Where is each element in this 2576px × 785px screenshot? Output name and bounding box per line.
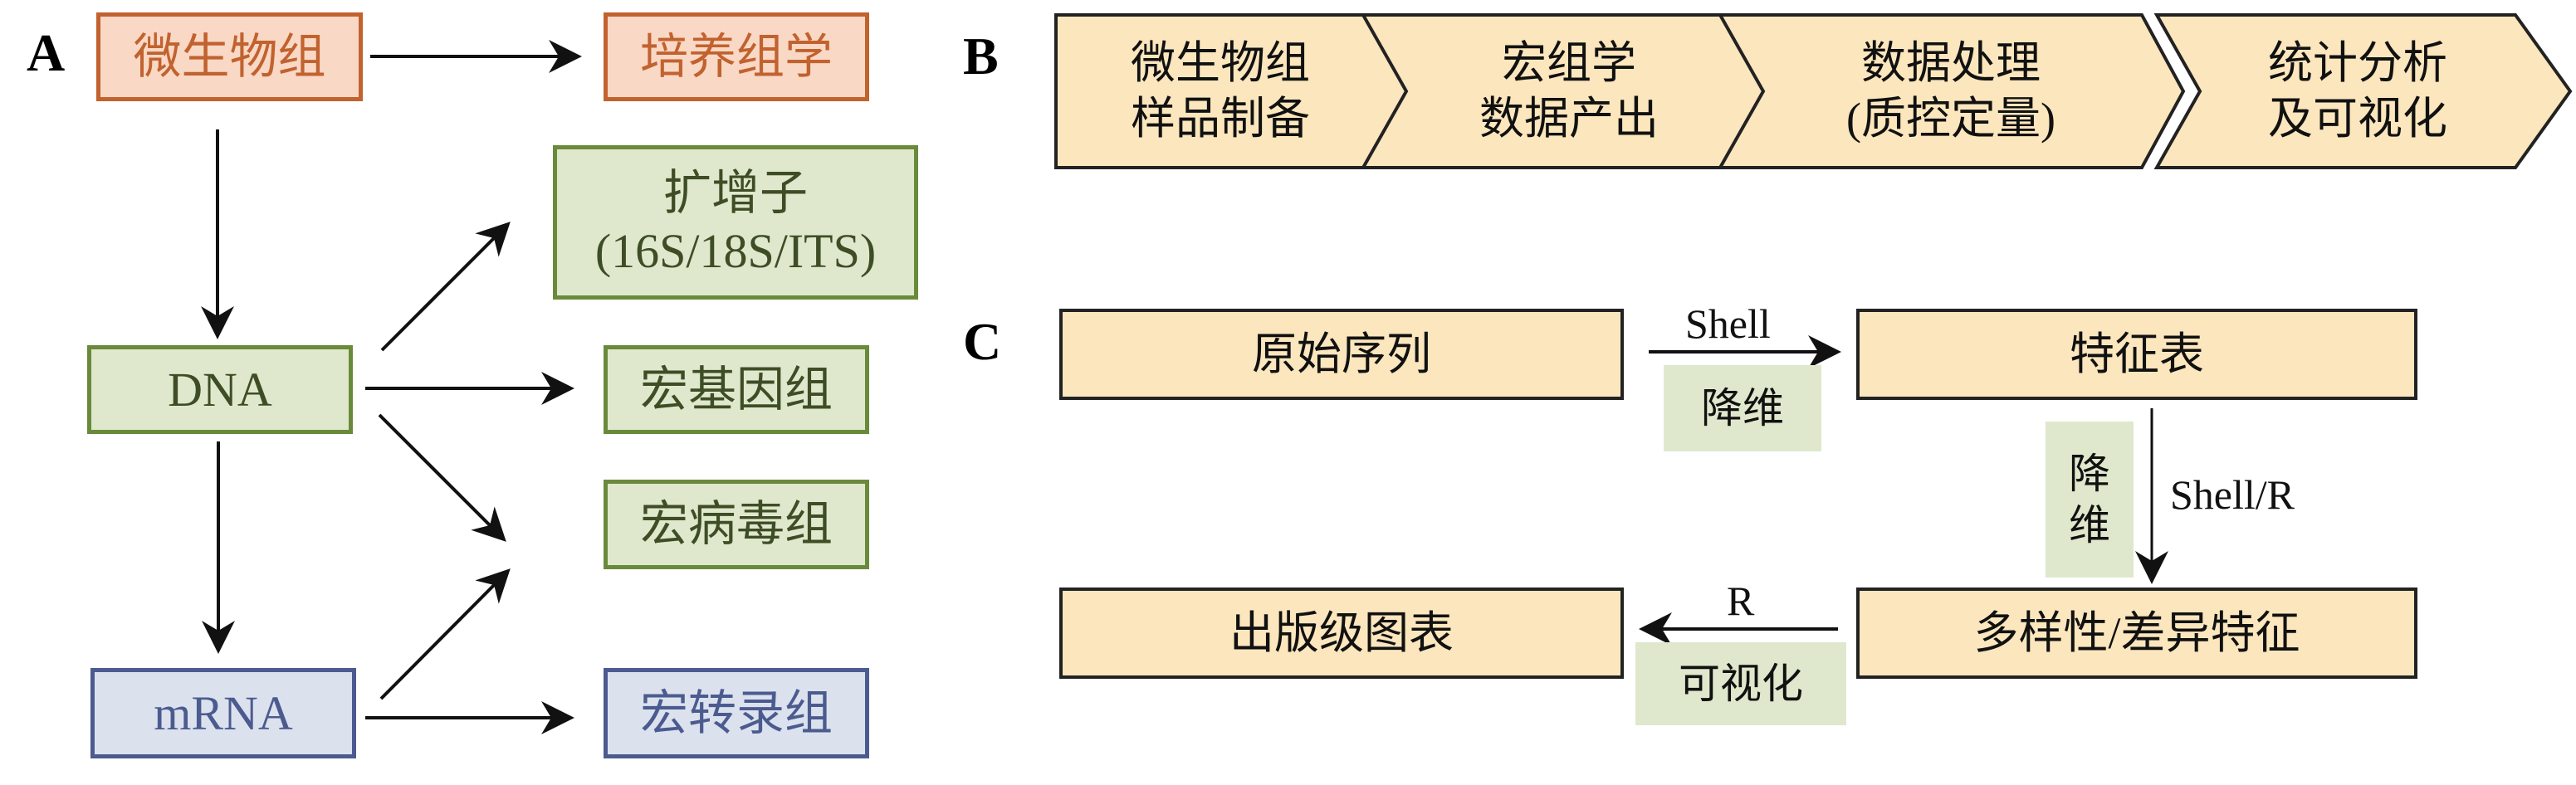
metavirome-box: 宏病毒组 bbox=[604, 480, 869, 569]
step-3-line1: 数据处理 bbox=[1861, 37, 2041, 88]
shell-label: Shell bbox=[1685, 300, 1771, 347]
diversity-box: 多样性/差异特征 bbox=[1856, 588, 2417, 679]
visualize-tag: 可视化 bbox=[1635, 642, 1846, 725]
arrow-mrna-to-metavirome bbox=[379, 568, 511, 700]
step-1-line1: 微生物组 bbox=[1131, 37, 1310, 88]
step-2-line2: 数据产出 bbox=[1479, 94, 1659, 144]
amplicon-label: 扩增子 bbox=[662, 166, 808, 221]
amplicon-box: 扩增子 (16S/18S/ITS) bbox=[553, 145, 918, 300]
culturomics-box: 培养组学 bbox=[604, 12, 869, 101]
reduce-dimension-char-2: 维 bbox=[2069, 502, 2110, 549]
metatranscriptome-box: 宏转录组 bbox=[604, 668, 869, 758]
shell-r-label: Shell/R bbox=[2170, 471, 2295, 518]
step-2-line1: 宏组学 bbox=[1502, 37, 1636, 88]
raw-sequences-box: 原始序列 bbox=[1059, 309, 1624, 400]
figure: A 微生物组 培养组学 扩增子 (16S/18S/ITS) DNA 宏基因组 宏… bbox=[0, 0, 2576, 785]
mrna-box: mRNA bbox=[90, 668, 356, 758]
step-2-label: 宏组学 数据产出 bbox=[1411, 15, 1727, 168]
step-1-line2: 样品制备 bbox=[1131, 94, 1310, 144]
feature-table-box: 特征表 bbox=[1856, 309, 2417, 400]
step-4-line1: 统计分析 bbox=[2268, 37, 2447, 88]
amplicon-markers: (16S/18S/ITS) bbox=[594, 224, 877, 278]
metagenome-box: 宏基因组 bbox=[604, 345, 869, 434]
panel-label-a: A bbox=[27, 23, 66, 82]
arrow-dna-to-amplicon bbox=[380, 222, 511, 352]
r-label: R bbox=[1727, 578, 1755, 624]
step-4-line2: 及可视化 bbox=[2268, 94, 2447, 144]
publication-figures-box: 出版级图表 bbox=[1059, 588, 1624, 679]
panel-label-c: C bbox=[963, 312, 1002, 371]
step-1-label: 微生物组 样品制备 bbox=[1071, 15, 1370, 168]
step-4-label: 统计分析 及可视化 bbox=[2200, 15, 2515, 168]
reduce-dimension-char-1: 降 bbox=[2069, 450, 2110, 497]
panel-label-b: B bbox=[963, 27, 999, 85]
dna-box: DNA bbox=[87, 345, 353, 434]
step-3-label: 数据处理 (质控定量) bbox=[1768, 15, 2134, 168]
microbiome-box: 微生物组 bbox=[96, 12, 363, 101]
reduce-dimension-tag-1: 降维 bbox=[1664, 365, 1821, 451]
reduce-dimension-tag-2: 降 维 bbox=[2046, 422, 2134, 578]
step-3-line2: (质控定量) bbox=[1846, 94, 2055, 144]
arrow-dna-to-metavirome bbox=[378, 413, 506, 542]
